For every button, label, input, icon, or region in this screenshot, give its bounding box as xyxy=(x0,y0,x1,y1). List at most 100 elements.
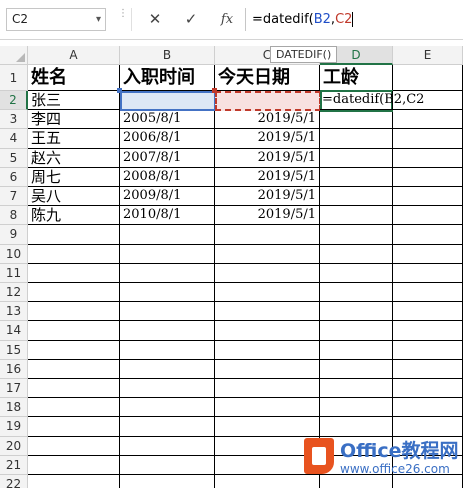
cancel-icon[interactable]: ✕ xyxy=(142,8,168,31)
cell-b16[interactable] xyxy=(120,359,215,379)
cell-c8[interactable]: 2019/5/1 xyxy=(215,206,320,226)
cell-a21[interactable] xyxy=(28,455,120,475)
cell-a7[interactable]: 吴八 xyxy=(28,187,120,207)
cell-d9[interactable] xyxy=(320,225,393,245)
cell-e16[interactable] xyxy=(393,359,463,379)
row-header-11[interactable]: 11 xyxy=(0,263,28,283)
cell-c18[interactable] xyxy=(215,398,320,418)
cell-d6[interactable] xyxy=(320,167,393,187)
insert-function-icon[interactable]: fx xyxy=(214,8,240,31)
row-header-3[interactable]: 3 xyxy=(0,110,28,130)
cell-a3[interactable]: 李四 xyxy=(28,110,120,130)
cell-c4[interactable]: 2019/5/1 xyxy=(215,129,320,149)
cell-c9[interactable] xyxy=(215,225,320,245)
cell-b9[interactable] xyxy=(120,225,215,245)
chevron-down-icon[interactable]: ▾ xyxy=(96,9,101,30)
cell-e5[interactable] xyxy=(393,148,463,168)
cell-d13[interactable] xyxy=(320,302,393,322)
row-header-12[interactable]: 12 xyxy=(0,283,28,303)
cell-b20[interactable] xyxy=(120,436,215,456)
cell-e8[interactable] xyxy=(393,206,463,226)
select-all-corner[interactable] xyxy=(0,46,28,65)
row-header-13[interactable]: 13 xyxy=(0,302,28,322)
row-header-4[interactable]: 4 xyxy=(0,129,28,149)
cell-b22[interactable] xyxy=(120,475,215,488)
cell-e4[interactable] xyxy=(393,129,463,149)
cell-a20[interactable] xyxy=(28,436,120,456)
cell-c14[interactable] xyxy=(215,321,320,341)
cell-b14[interactable] xyxy=(120,321,215,341)
cell-c12[interactable] xyxy=(215,283,320,303)
cell-a10[interactable] xyxy=(28,244,120,264)
row-header-2[interactable]: 2 xyxy=(0,91,28,111)
cell-d1[interactable]: 工龄 xyxy=(320,65,393,91)
cell-d4[interactable] xyxy=(320,129,393,149)
cell-d12[interactable] xyxy=(320,283,393,303)
cell-a1[interactable]: 姓名 xyxy=(28,65,120,91)
cell-c10[interactable] xyxy=(215,244,320,264)
cell-e11[interactable] xyxy=(393,263,463,283)
cell-a13[interactable] xyxy=(28,302,120,322)
row-header-1[interactable]: 1 xyxy=(0,65,28,91)
cell-e9[interactable] xyxy=(393,225,463,245)
cell-e18[interactable] xyxy=(393,398,463,418)
cell-b18[interactable] xyxy=(120,398,215,418)
cell-c13[interactable] xyxy=(215,302,320,322)
cell-e14[interactable] xyxy=(393,321,463,341)
row-header-21[interactable]: 21 xyxy=(0,455,28,475)
cell-a6[interactable]: 周七 xyxy=(28,167,120,187)
name-box[interactable]: C2 ▾ xyxy=(6,8,106,31)
row-header-19[interactable]: 19 xyxy=(0,417,28,437)
cell-b12[interactable] xyxy=(120,283,215,303)
cell-c16[interactable] xyxy=(215,359,320,379)
cell-a12[interactable] xyxy=(28,283,120,303)
cell-b21[interactable] xyxy=(120,455,215,475)
cell-c11[interactable] xyxy=(215,263,320,283)
cell-b11[interactable] xyxy=(120,263,215,283)
cell-e6[interactable] xyxy=(393,167,463,187)
column-header-b[interactable]: B xyxy=(120,46,215,65)
cell-c15[interactable] xyxy=(215,340,320,360)
cell-b5[interactable]: 2007/8/1 xyxy=(120,148,215,168)
cell-a2[interactable]: 张三 xyxy=(28,91,120,111)
cell-d15[interactable] xyxy=(320,340,393,360)
cell-a17[interactable] xyxy=(28,379,120,399)
cell-a19[interactable] xyxy=(28,417,120,437)
cell-d11[interactable] xyxy=(320,263,393,283)
cell-a15[interactable] xyxy=(28,340,120,360)
row-header-14[interactable]: 14 xyxy=(0,321,28,341)
cell-e10[interactable] xyxy=(393,244,463,264)
cell-d10[interactable] xyxy=(320,244,393,264)
cell-c3[interactable]: 2019/5/1 xyxy=(215,110,320,130)
cell-a4[interactable]: 王五 xyxy=(28,129,120,149)
row-header-18[interactable]: 18 xyxy=(0,398,28,418)
cell-d8[interactable] xyxy=(320,206,393,226)
cell-e15[interactable] xyxy=(393,340,463,360)
cell-d2[interactable]: =datedif(B2,C2 xyxy=(320,91,424,111)
row-header-10[interactable]: 10 xyxy=(0,244,28,264)
cell-a5[interactable]: 赵六 xyxy=(28,148,120,168)
column-header-a[interactable]: A xyxy=(28,46,120,65)
cell-c7[interactable]: 2019/5/1 xyxy=(215,187,320,207)
formula-input[interactable]: =datedif(B2,C2 xyxy=(252,8,460,31)
cell-b17[interactable] xyxy=(120,379,215,399)
cell-b1[interactable]: 入职时间 xyxy=(120,65,215,91)
cell-c1[interactable]: 今天日期 xyxy=(215,65,320,91)
enter-icon[interactable]: ✓ xyxy=(178,8,204,31)
cell-b19[interactable] xyxy=(120,417,215,437)
row-header-17[interactable]: 17 xyxy=(0,379,28,399)
cell-d5[interactable] xyxy=(320,148,393,168)
cell-a11[interactable] xyxy=(28,263,120,283)
cell-b13[interactable] xyxy=(120,302,215,322)
cell-a16[interactable] xyxy=(28,359,120,379)
cell-a22[interactable] xyxy=(28,475,120,488)
row-header-8[interactable]: 8 xyxy=(0,206,28,226)
cell-d7[interactable] xyxy=(320,187,393,207)
cell-d17[interactable] xyxy=(320,379,393,399)
cell-a9[interactable] xyxy=(28,225,120,245)
cell-b8[interactable]: 2010/8/1 xyxy=(120,206,215,226)
cell-a18[interactable] xyxy=(28,398,120,418)
cell-d18[interactable] xyxy=(320,398,393,418)
cell-e13[interactable] xyxy=(393,302,463,322)
cell-b7[interactable]: 2009/8/1 xyxy=(120,187,215,207)
